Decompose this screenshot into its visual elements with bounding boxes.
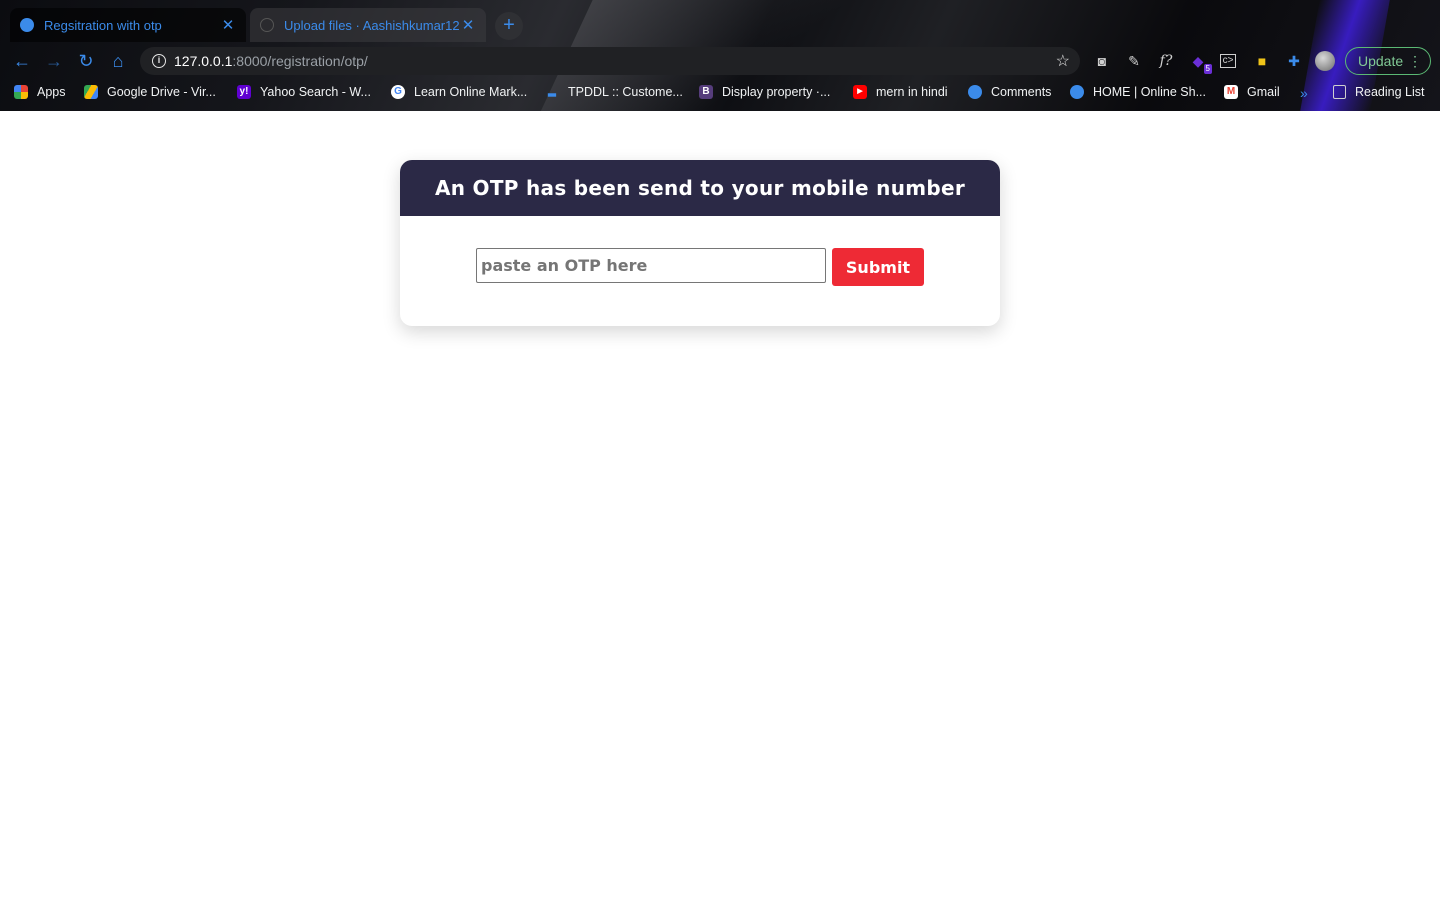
github-icon	[260, 18, 274, 32]
formula-icon[interactable]: f?	[1156, 51, 1176, 71]
bookmark-display-property[interactable]: B Display property ·...	[699, 85, 830, 99]
url-host: 127.0.0.1	[174, 53, 233, 69]
bookmark-label: HOME | Online Sh...	[1093, 85, 1207, 99]
bookmark-gmail[interactable]: M Gmail	[1224, 85, 1280, 99]
tab-title: Upload files · Aashishkumar12…	[284, 17, 460, 33]
globe-icon	[20, 18, 34, 32]
bookmark-label: Yahoo Search - W...	[260, 85, 371, 99]
menu-dots-icon[interactable]: ⋮	[1408, 48, 1422, 74]
extension-yellow-icon[interactable]: ■	[1252, 51, 1272, 71]
browser-toolbar: ← → ↻ ⌂ i 127.0.0.1 :8000/registration/o…	[0, 44, 1440, 78]
reading-list-icon	[1333, 85, 1346, 99]
extensions-puzzle-icon[interactable]: ✚	[1284, 51, 1304, 71]
otp-card: An OTP has been send to your mobile numb…	[400, 160, 1000, 326]
bookmark-home-online-shop[interactable]: HOME | Online Sh...	[1070, 85, 1206, 99]
bookmark-google-drive[interactable]: Google Drive - Vir...	[84, 85, 216, 99]
bookmark-apps[interactable]: Apps	[14, 85, 66, 99]
home-button[interactable]: ⌂	[106, 49, 130, 73]
more-bookmarks-icon[interactable]: »	[1300, 85, 1308, 101]
tab-title: Regsitration with otp	[44, 17, 162, 33]
update-button[interactable]: Update ⋮	[1345, 47, 1431, 75]
bookmarks-bar: Apps Google Drive - Vir... y! Yahoo Sear…	[0, 82, 1440, 108]
bookmark-tpddl[interactable]: ▂ TPDDL :: Custome...	[545, 85, 683, 99]
bookmark-label: Comments	[991, 85, 1052, 99]
bootstrap-icon: B	[699, 85, 713, 99]
bookmark-label: Google Drive - Vir...	[107, 85, 216, 99]
close-tab-icon[interactable]: ✕	[460, 16, 476, 34]
url-path: :8000/registration/otp/	[232, 53, 368, 69]
site-info-icon[interactable]: i	[152, 54, 166, 68]
address-bar[interactable]: i 127.0.0.1 :8000/registration/otp/ ☆	[140, 47, 1080, 75]
tab-strip: Regsitration with otp ✕ Upload files · A…	[0, 0, 1440, 46]
forward-button[interactable]: →	[42, 49, 66, 73]
submit-button[interactable]: Submit	[832, 248, 924, 286]
bookmark-label: Display property ·...	[722, 85, 831, 99]
bookmark-star-icon[interactable]: ☆	[1056, 51, 1070, 71]
console-icon[interactable]: c>	[1220, 54, 1236, 68]
bookmark-comments[interactable]: Comments	[968, 85, 1051, 99]
globe-icon	[968, 85, 982, 99]
bookmark-label: Apps	[37, 85, 66, 99]
google-drive-icon	[84, 85, 98, 99]
yahoo-icon: y!	[237, 85, 251, 99]
browser-chrome: Regsitration with otp ✕ Upload files · A…	[0, 0, 1440, 111]
otp-input[interactable]	[476, 248, 826, 283]
tab-registration[interactable]: Regsitration with otp ✕	[10, 8, 246, 42]
extension-purple-icon[interactable]: ◆ 5	[1188, 51, 1212, 74]
reading-list-label: Reading List	[1355, 85, 1425, 99]
tab-upload-files[interactable]: Upload files · Aashishkumar12… ✕	[250, 8, 486, 42]
close-tab-icon[interactable]: ✕	[220, 16, 236, 34]
new-tab-button[interactable]: +	[495, 12, 523, 40]
profile-avatar[interactable]	[1315, 51, 1335, 71]
otp-heading: An OTP has been send to your mobile numb…	[400, 160, 1000, 216]
back-button[interactable]: ←	[10, 49, 34, 73]
camera-icon[interactable]: ◙	[1092, 51, 1112, 71]
reload-button[interactable]: ↻	[74, 49, 98, 73]
apps-grid-icon	[14, 85, 28, 99]
bookmark-mern-in-hindi[interactable]: ▶ mern in hindi	[853, 85, 948, 99]
bookmark-yahoo[interactable]: y! Yahoo Search - W...	[237, 85, 371, 99]
reading-list-button[interactable]: Reading List	[1333, 85, 1425, 99]
tpddl-icon: ▂	[548, 86, 556, 97]
youtube-icon: ▶	[853, 85, 867, 99]
extension-badge: 5	[1203, 64, 1212, 74]
google-icon: G	[391, 85, 405, 99]
bookmark-label: TPDDL :: Custome...	[568, 85, 683, 99]
otp-form: Submit	[476, 248, 924, 286]
color-picker-icon[interactable]: ✎	[1124, 51, 1144, 71]
globe-icon	[1070, 85, 1084, 99]
bookmark-learn-online[interactable]: G Learn Online Mark...	[391, 85, 527, 99]
bookmark-label: Gmail	[1247, 85, 1280, 99]
bookmark-label: mern in hindi	[876, 85, 948, 99]
bookmark-label: Learn Online Mark...	[414, 85, 528, 99]
gmail-icon: M	[1224, 85, 1238, 99]
update-label: Update	[1358, 53, 1404, 69]
